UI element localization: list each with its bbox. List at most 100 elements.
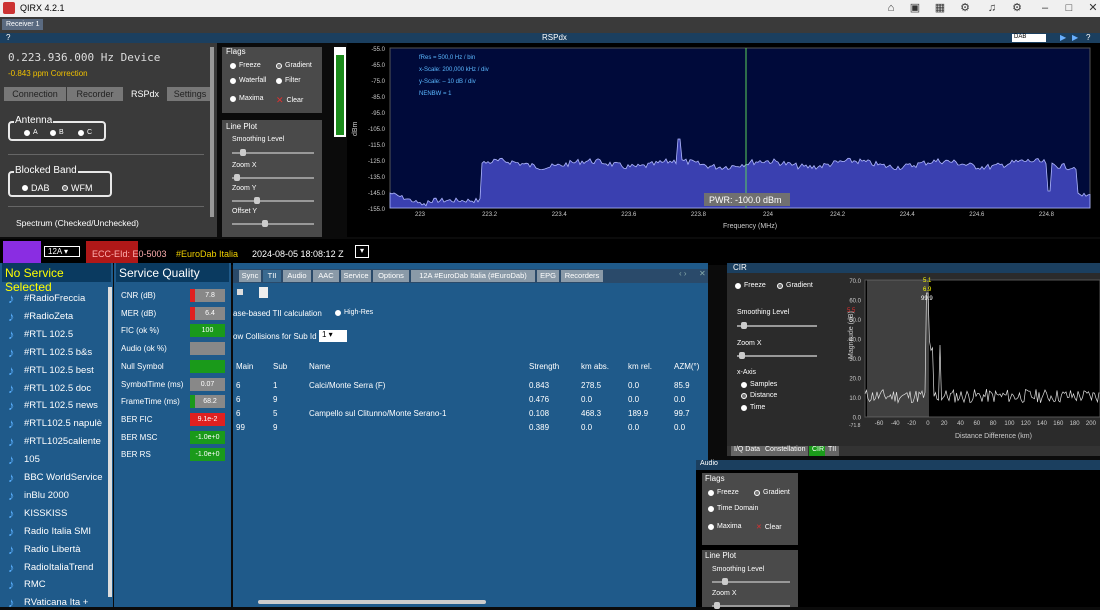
tab-recorders[interactable]: Recorders xyxy=(561,270,603,282)
peak-label-1: 5.1 xyxy=(923,278,932,284)
service-item[interactable]: ♪ Radio Italia SMI xyxy=(8,524,91,539)
music-note-icon: ♪ xyxy=(8,362,15,378)
service-item[interactable]: ♪ #RTL 102.5 best xyxy=(8,363,94,378)
tab-aac[interactable]: AAC xyxy=(313,270,339,282)
antenna-a-radio[interactable] xyxy=(24,129,30,136)
service-item[interactable]: ♪ #RTL 102.5 b&s xyxy=(8,345,92,360)
service-item[interactable]: ♪ #RTL102.5 napulè xyxy=(8,416,102,431)
service-item[interactable]: ♪ 105 xyxy=(8,452,40,467)
gear-icon[interactable]: ⚙ xyxy=(1010,2,1024,14)
dab-radio[interactable] xyxy=(22,185,28,191)
service-item[interactable]: ♪ #RadioZeta xyxy=(8,309,73,324)
audio-maxima-radio[interactable] xyxy=(708,523,714,530)
smoothing-slider[interactable] xyxy=(232,149,314,156)
tab-tii[interactable]: TII xyxy=(263,270,281,282)
audio-flags-panel: Flags Freeze Gradient Time Domain Maxima… xyxy=(702,473,798,545)
tab-service[interactable]: Service xyxy=(341,270,371,282)
tab-recorder[interactable]: Recorder xyxy=(67,87,123,101)
tab-close-icon[interactable]: ✕ xyxy=(699,269,706,278)
clear-icon[interactable]: ✕ xyxy=(276,95,284,106)
service-item[interactable]: ♪ RadioItaliaTrend xyxy=(8,560,93,575)
play-icon[interactable]: ▶ xyxy=(1060,33,1066,42)
service-item[interactable]: ♪ RMC xyxy=(8,577,46,592)
audio-clear-icon[interactable]: ✕ xyxy=(756,523,762,531)
channel-select[interactable]: 12A ▾ xyxy=(44,246,80,257)
clear-button[interactable]: Clear xyxy=(287,97,304,104)
zoomy-slider[interactable] xyxy=(232,197,314,204)
freeze-radio[interactable] xyxy=(230,62,236,69)
tab-audio[interactable]: Audio xyxy=(283,270,311,282)
filter-radio[interactable] xyxy=(276,77,282,84)
quality-value: 100 xyxy=(190,324,225,338)
help-icon[interactable]: ? xyxy=(1086,33,1090,42)
gradient-radio[interactable] xyxy=(276,62,282,69)
service-item[interactable]: ♪ #RTL 102.5 doc xyxy=(8,381,91,396)
service-item[interactable]: ♪ inBlu 2000 xyxy=(8,488,69,503)
service-item[interactable]: ♪ KISSKISS xyxy=(8,506,67,521)
cir-smoothing-slider[interactable] xyxy=(737,322,817,329)
tab-settings[interactable]: Settings xyxy=(167,87,213,101)
audio-gradient-radio[interactable] xyxy=(754,489,760,496)
tab-options[interactable]: Options xyxy=(373,270,409,282)
info-nenbw: NENBW = 1 xyxy=(419,91,452,97)
collisions-select[interactable]: 1 ▾ xyxy=(319,330,347,342)
antenna-b-radio[interactable] xyxy=(50,129,56,136)
cir-zoomx-slider[interactable] xyxy=(737,352,817,359)
headphones-icon[interactable]: ♫ xyxy=(985,2,999,14)
audio-freeze-radio[interactable] xyxy=(708,489,714,496)
maxima-radio[interactable] xyxy=(230,95,236,102)
tab-epg[interactable]: EPG xyxy=(537,270,559,282)
antenna-c-radio[interactable] xyxy=(78,129,84,136)
service-item[interactable]: ♪ #RadioFreccia xyxy=(8,291,85,306)
service-item[interactable]: ♪ #RTL1025caliente xyxy=(8,434,101,449)
tab-iq-data[interactable]: I/Q Data xyxy=(731,446,764,456)
close-icon[interactable]: ✕ xyxy=(1086,2,1100,14)
receiver-tab[interactable]: Receiver 1 xyxy=(2,19,44,30)
audio-clear-button[interactable]: Clear xyxy=(765,524,782,531)
document-icon[interactable] xyxy=(259,287,268,298)
maximize-icon[interactable]: □ xyxy=(1062,2,1076,14)
audio-smoothing-slider[interactable] xyxy=(712,578,790,585)
tab-sync[interactable]: Sync xyxy=(239,270,261,282)
stop-icon[interactable] xyxy=(237,289,243,295)
offsety-slider[interactable] xyxy=(232,220,314,227)
tab-rspdx[interactable]: RSPdx xyxy=(124,87,166,101)
time-radio[interactable] xyxy=(741,404,747,411)
cir-gradient-radio[interactable] xyxy=(777,282,783,289)
status-dropdown[interactable]: ▾ xyxy=(355,245,369,258)
service-item[interactable]: ♪ #RTL 102.5 news xyxy=(8,398,98,413)
map-icon[interactable]: ▦ xyxy=(933,2,947,14)
tab-ensemble[interactable]: 12A #EuroDab Italia (#EuroDab) xyxy=(411,270,535,282)
service-item[interactable]: ♪ RVaticana Ita + xyxy=(8,595,88,610)
scrollbar[interactable] xyxy=(210,47,214,217)
step-icon[interactable]: ▶ xyxy=(1072,33,1078,42)
samples-radio[interactable] xyxy=(741,381,747,388)
service-item[interactable]: ♪ Radio Libertà xyxy=(8,542,81,557)
chip-icon[interactable]: ⚙ xyxy=(958,2,972,14)
services-scrollbar[interactable] xyxy=(108,287,112,597)
tab-constellation[interactable]: Constellation xyxy=(762,446,809,456)
tab-tii-cir[interactable]: TII xyxy=(825,446,840,456)
tab-connection[interactable]: Connection xyxy=(4,87,66,101)
service-item[interactable]: ♪ BBC WorldService xyxy=(8,470,103,485)
distance-radio[interactable] xyxy=(741,392,747,399)
minimize-icon[interactable]: – xyxy=(1038,2,1052,14)
time-domain-radio[interactable] xyxy=(708,505,714,512)
xaxis-label: x-Axis xyxy=(737,369,757,376)
smoothing-label: Smoothing Level xyxy=(232,136,285,143)
spectrum-chart[interactable]: -55.0 -65.0 -75.0 -85.0 -95.0 -105.0 -115.0 -12… xyxy=(347,43,1100,237)
wfm-radio[interactable] xyxy=(62,185,68,191)
window-icon[interactable]: ▣ xyxy=(908,2,922,14)
cir-freeze-radio[interactable] xyxy=(735,282,741,289)
home-icon[interactable]: ⌂ xyxy=(884,2,898,14)
mode-select[interactable]: DAB xyxy=(1012,34,1046,42)
highres-radio[interactable] xyxy=(335,309,341,316)
x-axis-label: Frequency (MHz) xyxy=(723,223,777,230)
waterfall-radio[interactable] xyxy=(230,77,236,84)
tab-scroll-icon[interactable]: ‹ › xyxy=(679,269,687,278)
help-question[interactable]: ? xyxy=(6,33,10,42)
horizontal-scrollbar[interactable] xyxy=(258,600,486,604)
quality-label: SymbolTime (ms) xyxy=(121,379,184,389)
service-item[interactable]: ♪ #RTL 102.5 xyxy=(8,327,73,342)
zoomx-slider[interactable] xyxy=(232,174,314,181)
